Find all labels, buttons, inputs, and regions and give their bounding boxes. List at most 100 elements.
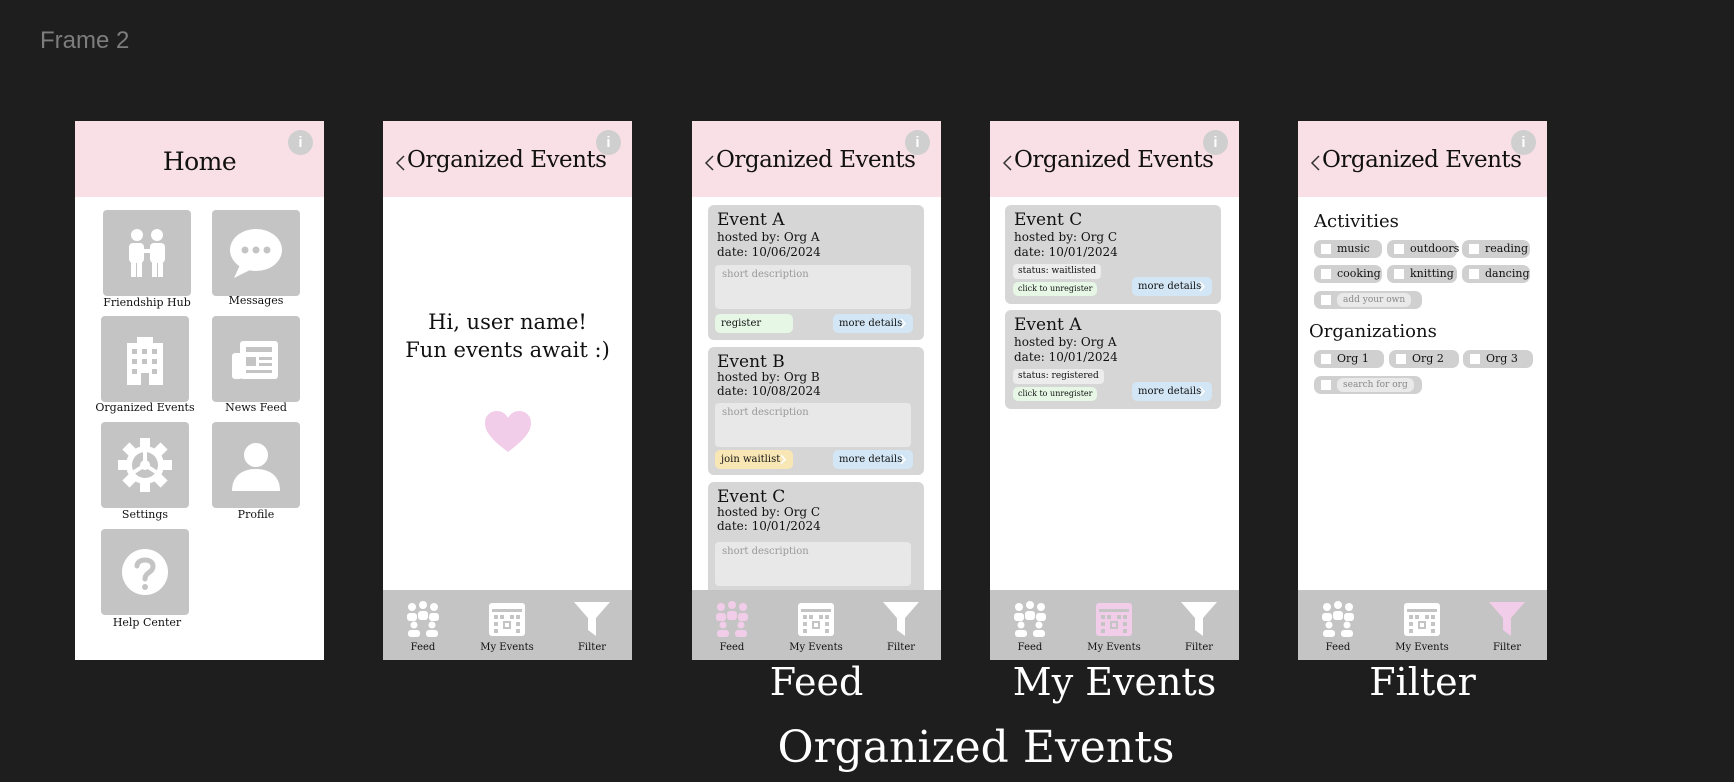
- tile-help-center[interactable]: [101, 529, 189, 615]
- checkbox[interactable]: [1396, 354, 1406, 364]
- button-label: more details: [839, 454, 903, 465]
- nav-filter[interactable]: Filter: [552, 590, 632, 660]
- organizations-title: Organizations: [1309, 321, 1437, 342]
- tile-profile[interactable]: [212, 422, 300, 508]
- caption-filter: Filter: [1369, 660, 1476, 704]
- join-waitlist-button[interactable]: join waitlist: [715, 450, 793, 469]
- back-chevron-icon[interactable]: [1308, 152, 1322, 174]
- back-chevron-icon[interactable]: [702, 152, 716, 174]
- chevron-right-icon: [1199, 386, 1206, 397]
- chip-label: dancing: [1485, 267, 1530, 280]
- activity-chip[interactable]: outdoors: [1387, 240, 1460, 258]
- nav-my-events[interactable]: My Events: [1074, 590, 1154, 660]
- checkbox[interactable]: [1321, 354, 1331, 364]
- activity-chip[interactable]: knitting: [1387, 265, 1457, 283]
- chip-label: Org 1: [1337, 352, 1369, 365]
- activity-chip[interactable]: dancing: [1462, 265, 1530, 283]
- chip-label: cooking: [1337, 267, 1381, 280]
- filter-screen: Organized Events i Activities music outd…: [1298, 121, 1547, 660]
- nav-my-events[interactable]: My Events: [776, 590, 856, 660]
- chip-label: music: [1337, 242, 1370, 255]
- chip-label: outdoors: [1410, 242, 1460, 255]
- checkbox[interactable]: [1394, 269, 1404, 279]
- event-date: date: 10/08/2024: [717, 384, 821, 398]
- event-date: date: 10/01/2024: [1014, 245, 1118, 259]
- tile-messages[interactable]: [212, 210, 300, 296]
- info-button[interactable]: i: [905, 130, 930, 155]
- tile-news-feed[interactable]: [212, 316, 300, 402]
- greeting-line: Fun events await :): [405, 338, 610, 362]
- nav-feed[interactable]: Feed: [1298, 590, 1378, 660]
- org-chip[interactable]: Org 3: [1463, 350, 1533, 368]
- bottom-nav: Feed My Events Filter: [990, 590, 1239, 660]
- event-card[interactable]: Event C hosted by: Org C date: 10/01/202…: [1005, 205, 1221, 304]
- nav-label: Filter: [577, 642, 607, 653]
- event-date: date: 10/01/2024: [717, 519, 821, 533]
- calendar-icon: [1096, 603, 1132, 636]
- more-details-button[interactable]: more details: [833, 450, 913, 469]
- info-button[interactable]: i: [1511, 130, 1536, 155]
- register-button[interactable]: register: [715, 314, 793, 333]
- chevron-right-icon: [900, 454, 907, 465]
- tile-organized-events[interactable]: [101, 316, 189, 402]
- input-placeholder: add your own: [1337, 293, 1412, 307]
- checkbox[interactable]: [1470, 354, 1480, 364]
- chip-label: knitting: [1410, 267, 1454, 280]
- checkbox[interactable]: [1321, 380, 1331, 390]
- gear-icon: [118, 438, 172, 492]
- activity-chip[interactable]: reading: [1462, 240, 1530, 258]
- nav-feed[interactable]: Feed: [692, 590, 772, 660]
- add-activity-input[interactable]: add your own: [1314, 291, 1422, 309]
- more-details-button[interactable]: more details: [1132, 382, 1212, 401]
- org-chip[interactable]: Org 1: [1314, 350, 1384, 368]
- nav-my-events[interactable]: My Events: [1382, 590, 1462, 660]
- my-events-screen: Organized Events i Event C hosted by: Or…: [990, 121, 1239, 660]
- nav-feed[interactable]: Feed: [990, 590, 1070, 660]
- info-button[interactable]: i: [288, 130, 313, 155]
- chip-label: Org 3: [1486, 352, 1518, 365]
- nav-label: Filter: [1492, 642, 1522, 653]
- search-org-input[interactable]: search for org: [1314, 376, 1422, 394]
- chip-label: reading: [1485, 242, 1529, 255]
- activity-chip[interactable]: music: [1314, 240, 1382, 258]
- checkbox[interactable]: [1321, 244, 1331, 254]
- home-header: Home i: [75, 121, 324, 197]
- nav-label: My Events: [789, 642, 843, 653]
- nav-filter[interactable]: Filter: [1467, 590, 1547, 660]
- tile-friendship-hub[interactable]: [103, 210, 191, 296]
- newspaper-icon: [232, 341, 278, 379]
- chevron-right-icon: [780, 454, 787, 465]
- nav-label: Filter: [886, 642, 916, 653]
- more-details-button[interactable]: more details: [833, 314, 913, 333]
- button-label: more details: [1138, 386, 1202, 397]
- nav-feed[interactable]: Feed: [383, 590, 463, 660]
- nav-my-events[interactable]: My Events: [467, 590, 547, 660]
- activity-chip[interactable]: cooking: [1314, 265, 1382, 283]
- nav-filter[interactable]: Filter: [1159, 590, 1239, 660]
- info-button[interactable]: i: [596, 130, 621, 155]
- checkbox[interactable]: [1469, 269, 1479, 279]
- caption-my-events: My Events: [1012, 660, 1217, 704]
- more-details-button[interactable]: more details: [1132, 277, 1212, 296]
- status-badge: status: waitlisted: [1013, 264, 1102, 279]
- header: Organized Events i: [990, 121, 1239, 197]
- heart-icon: [485, 411, 531, 452]
- checkbox[interactable]: [1469, 244, 1479, 254]
- event-card[interactable]: Event C hosted by: Org C date: 10/01/202…: [708, 482, 924, 602]
- info-button[interactable]: i: [1203, 130, 1228, 155]
- event-card[interactable]: Event A hosted by: Org A date: 10/01/202…: [1005, 310, 1221, 409]
- nav-filter[interactable]: Filter: [861, 590, 941, 660]
- event-card[interactable]: Event A hosted by: Org A date: 10/06/202…: [708, 205, 924, 340]
- event-card[interactable]: Event B hosted by: Org B date: 10/08/202…: [708, 347, 924, 475]
- unregister-button[interactable]: click to unregister: [1013, 387, 1098, 401]
- back-chevron-icon[interactable]: [1000, 152, 1014, 174]
- checkbox[interactable]: [1394, 244, 1404, 254]
- checkbox[interactable]: [1321, 295, 1331, 305]
- org-chip[interactable]: Org 2: [1389, 350, 1459, 368]
- nav-label: Filter: [1184, 642, 1214, 653]
- activities-title: Activities: [1314, 211, 1399, 232]
- back-chevron-icon[interactable]: [393, 152, 407, 174]
- tile-settings[interactable]: [101, 422, 189, 508]
- checkbox[interactable]: [1321, 269, 1331, 279]
- unregister-button[interactable]: click to unregister: [1013, 282, 1098, 296]
